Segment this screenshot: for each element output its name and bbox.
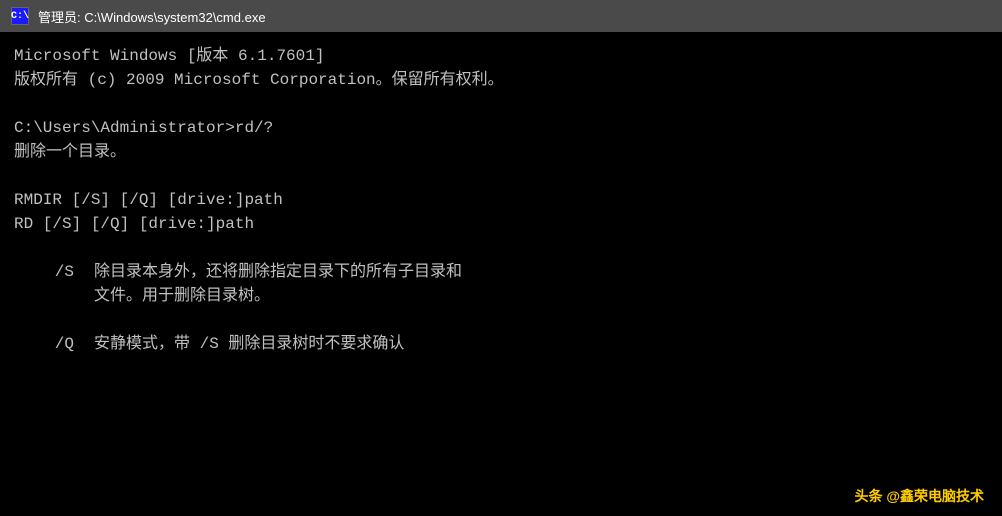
cmd-icon: C:\ xyxy=(10,6,30,26)
s-flag-label: /S xyxy=(14,260,94,284)
terminal-line-3 xyxy=(14,92,988,116)
terminal-line-6 xyxy=(14,164,988,188)
s-flag-desc1: 除目录本身外，还将删除指定目录下的所有子目录和 xyxy=(94,260,988,284)
titlebar: C:\ 管理员: C:\Windows\system32\cmd.exe xyxy=(0,0,1002,32)
terminal-s-block-2: 文件。用于删除目录树。 xyxy=(14,284,988,308)
terminal-line-1: Microsoft Windows [版本 6.1.7601] xyxy=(14,44,988,68)
s-flag-empty xyxy=(14,284,94,308)
terminal-line-7: RMDIR [/S] [/Q] [drive:]path xyxy=(14,188,988,212)
terminal-line-9 xyxy=(14,236,988,260)
cmd-window: C:\ 管理员: C:\Windows\system32\cmd.exe Mic… xyxy=(0,0,1002,516)
terminal-line-empty2 xyxy=(14,308,988,332)
terminal-line-8: RD [/S] [/Q] [drive:]path xyxy=(14,212,988,236)
terminal-line-4: C:\Users\Administrator>rd/? xyxy=(14,116,988,140)
terminal-line-2: 版权所有 (c) 2009 Microsoft Corporation。保留所有… xyxy=(14,68,988,92)
terminal-body[interactable]: Microsoft Windows [版本 6.1.7601] 版权所有 (c)… xyxy=(0,32,1002,516)
s-flag-desc2: 文件。用于删除目录树。 xyxy=(94,284,988,308)
terminal-q-block: /Q 安静模式，带 /S 删除目录树时不要求确认 xyxy=(14,332,988,356)
terminal-line-5: 删除一个目录。 xyxy=(14,140,988,164)
titlebar-title: 管理员: C:\Windows\system32\cmd.exe xyxy=(38,7,992,26)
watermark: 头条 @鑫荣电脑技术 xyxy=(848,484,990,508)
cmd-logo: C:\ xyxy=(11,7,29,25)
q-flag-desc: 安静模式，带 /S 删除目录树时不要求确认 xyxy=(94,332,988,356)
terminal-s-block: /S 除目录本身外，还将删除指定目录下的所有子目录和 xyxy=(14,260,988,284)
q-flag-label: /Q xyxy=(14,332,94,356)
